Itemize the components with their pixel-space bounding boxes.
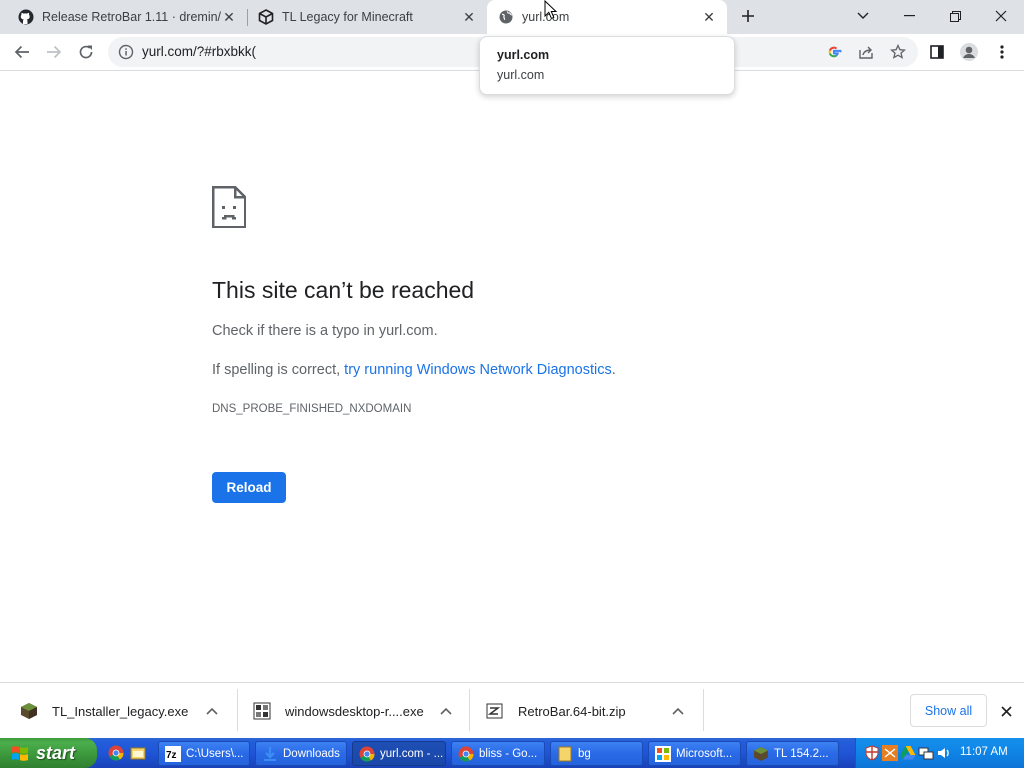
download-filename: TL_Installer_legacy.exe [52,703,189,719]
download-options-chevron-icon[interactable] [204,703,220,719]
hover-card-title: yurl.com [497,48,550,62]
error-suggestion-typo: Check if there is a typo in yurl.com. [212,323,438,339]
reload-page-button[interactable] [71,37,101,67]
download-item[interactable]: RetroBar.64-bit.zip [486,683,702,739]
task-label: Microsoft... [676,747,733,760]
clock[interactable]: 11:07 AM [960,746,1008,758]
show-all-downloads-button[interactable]: Show all [910,694,987,727]
security-shield-icon[interactable] [864,745,880,761]
tab-search-button[interactable] [840,0,886,32]
tab-title: Release RetroBar 1.11 · dremin/R [42,10,221,24]
download-options-chevron-icon[interactable] [670,703,686,719]
github-icon [18,9,34,25]
taskbar-button[interactable]: Downloads [255,741,347,766]
start-label: start [36,742,76,763]
download-folder-icon [264,746,276,761]
google-lens-icon[interactable] [822,40,846,64]
explorer-quicklaunch-icon[interactable] [130,745,146,761]
tab-tl-legacy[interactable]: TL Legacy for Minecraft ✕ [248,0,487,34]
task-label: bliss - Go... [479,747,538,760]
chrome-icon [359,746,375,762]
download-options-chevron-icon[interactable] [438,703,454,719]
network-icon[interactable] [918,745,934,761]
svg-text:7z: 7z [166,750,177,761]
cube-icon [258,9,274,25]
close-shelf-icon[interactable] [996,701,1016,721]
system-tray: 11:07 AM [855,738,1024,768]
task-label: TL 154.2... [774,747,829,760]
chrome-quicklaunch-icon[interactable] [108,745,124,761]
download-divider [703,689,704,731]
download-filename: RetroBar.64-bit.zip [518,703,626,719]
windows-logo-icon [12,746,28,761]
menu-kebab-icon[interactable] [987,37,1017,67]
volume-icon[interactable] [936,745,952,761]
hover-card-domain: yurl.com [497,68,545,82]
download-item[interactable]: windowsdesktop-r....exe [253,683,469,739]
taskbar-button-active[interactable]: yurl.com - ... [352,741,446,766]
address-text: yurl.com/?#rbxbkk( [142,44,257,59]
installer-icon [253,702,271,720]
side-panel-icon[interactable] [922,37,952,67]
zip-icon [486,703,503,719]
minimize-button[interactable] [886,0,932,32]
diagnostics-prefix: If spelling is correct, [212,362,345,378]
tab-hover-card: yurl.com yurl.com [479,36,735,95]
close-tab-icon[interactable]: ✕ [701,9,717,25]
start-button[interactable]: start [0,738,97,768]
chrome-icon [458,746,474,762]
taskbar-button[interactable]: 7z C:\Users\... [158,741,250,766]
back-button[interactable] [7,37,37,67]
download-divider [237,689,238,731]
download-filename: windowsdesktop-r....exe [285,703,424,719]
tab-retrobar-release[interactable]: Release RetroBar 1.11 · dremin/R ✕ [0,0,247,34]
bookmark-star-icon[interactable] [886,40,910,64]
google-drive-icon[interactable] [900,745,916,761]
info-icon[interactable] [118,44,134,65]
taskbar-button[interactable]: bg [550,741,643,766]
profile-avatar-icon[interactable] [954,37,984,67]
close-tab-icon[interactable]: ✕ [221,9,237,25]
restore-button[interactable] [932,0,978,32]
network-diagnostics-link[interactable]: try running Windows Network Diagnostics [344,362,612,378]
globe-icon [498,9,514,25]
task-label: bg [578,747,591,760]
close-tab-icon[interactable]: ✕ [461,9,477,25]
7zip-icon: 7z [165,745,181,762]
tab-title: TL Legacy for Minecraft [282,10,413,24]
task-label: Downloads [283,747,340,760]
download-shelf: TL_Installer_legacy.exe windowsdesktop-r… [0,682,1024,738]
forward-button[interactable] [39,37,69,67]
sad-page-icon [211,185,247,233]
minecraft-block-icon [754,746,768,761]
download-divider [469,689,470,731]
share-icon[interactable] [854,40,878,64]
close-window-button[interactable] [978,0,1024,32]
mouse-cursor-icon [544,0,558,25]
reload-button[interactable]: Reload [212,472,286,503]
task-label: yurl.com - ... [380,747,444,760]
microsoft-store-icon [655,745,671,762]
download-item[interactable]: TL_Installer_legacy.exe [20,683,236,739]
error-code: DNS_PROBE_FINISHED_NXDOMAIN [212,403,412,415]
taskbar-button[interactable]: Microsoft... [648,741,741,766]
taskbar-button[interactable]: bliss - Go... [451,741,545,766]
error-title: This site can’t be reached [212,277,475,303]
task-label: C:\Users\... [186,747,244,760]
folder-icon [558,746,572,761]
error-suggestion-diagnostics: If spelling is correct, try running Wind… [212,362,616,378]
windows-taskbar: start 7z C:\Users\... Downloads yurl.com… [0,738,1024,768]
tab-yurl[interactable]: yurl.com ✕ [487,0,727,34]
tab-strip: Release RetroBar 1.11 · dremin/R ✕ TL Le… [0,0,1024,34]
minecraft-block-icon [21,703,37,719]
taskbar-button[interactable]: TL 154.2... [746,741,839,766]
new-tab-button[interactable] [733,0,763,32]
retrobar-tray-icon[interactable] [882,745,898,761]
diagnostics-suffix: . [611,362,616,378]
